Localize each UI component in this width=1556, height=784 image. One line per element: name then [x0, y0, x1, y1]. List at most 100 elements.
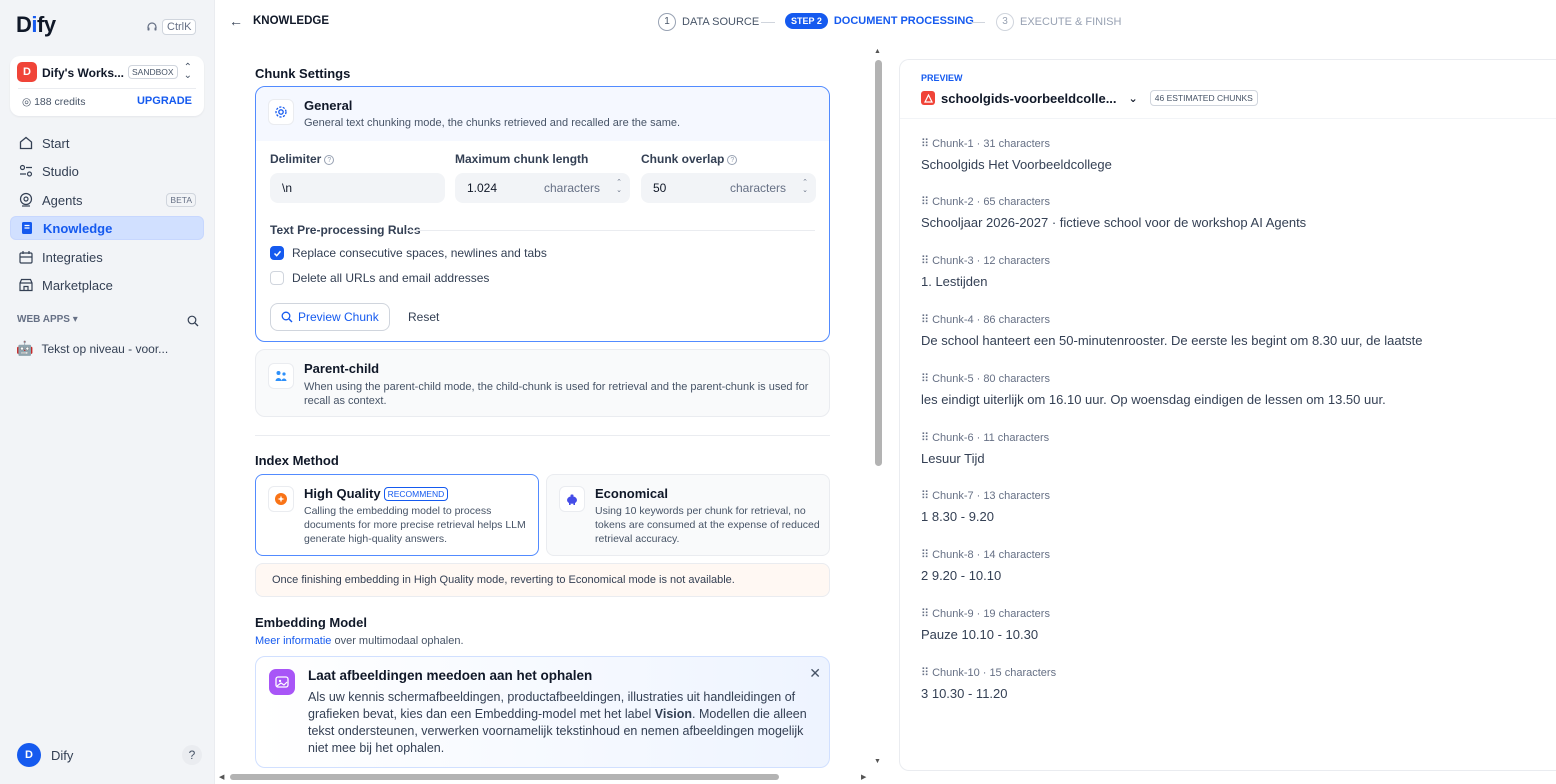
economical-option[interactable]: Economical Using 10 keywords per chunk f… [546, 474, 830, 556]
stepper-icon[interactable]: ⌃ ⌄ [616, 179, 622, 195]
chunk-item: ⠿ Chunk-10 · 15 characters 3 10.30 - 11.2… [921, 666, 1057, 702]
scroll-up-arrow[interactable]: ▲ [874, 48, 881, 55]
upgrade-link[interactable]: UPGRADE [137, 95, 192, 107]
economical-title: Economical [595, 486, 668, 501]
scroll-down-arrow[interactable]: ▼ [874, 758, 881, 765]
high-quality-option[interactable]: High Quality RECOMMEND Calling the embedd… [255, 474, 539, 556]
grid-icon: ⠿ [921, 373, 930, 385]
step-label: DOCUMENT PROCESSING [833, 15, 974, 27]
grid-icon: ⠿ [921, 667, 930, 679]
high-quality-desc: Calling the embedding model to process d… [304, 505, 526, 545]
nav-studio[interactable]: Studio [10, 159, 204, 183]
grid-icon: ⠿ [921, 314, 930, 326]
info-icon[interactable]: ? [324, 155, 335, 165]
marketplace-icon [19, 278, 33, 292]
settings-panel: Chunk Settings General General text chun… [215, 44, 873, 770]
breadcrumb-knowledge[interactable]: KNOWLEDGE [253, 15, 329, 27]
nav-marketplace[interactable]: Marketplace [10, 273, 204, 297]
credits: ◎ 188 credits [22, 96, 86, 108]
web-apps-heading[interactable]: WEB APPS ▾ [17, 314, 78, 325]
nav-agents[interactable]: Agents BETA [10, 188, 204, 212]
file-selector[interactable]: schoolgids-voorbeeldcolle... ⌄ 46 ESTIMA… [921, 90, 1258, 106]
info-icon[interactable]: ? [727, 155, 738, 165]
scroll-left-arrow[interactable]: ◀ [219, 773, 224, 781]
shortcut-key: CtrlK [162, 19, 197, 35]
step-execute-finish: 3 EXECUTE & FINISH [996, 13, 1121, 31]
vision-title: Laat afbeeldingen meedoen aan het ophale… [308, 668, 593, 683]
chunk-id: Chunk-3 [932, 254, 974, 267]
embedding-info: Meer informatie over multimodaal ophalen… [255, 635, 464, 647]
chunk-item: ⠿ Chunk-9 · 19 characters Pauze 10.10 - 1… [921, 607, 1050, 643]
grid-icon: ⠿ [921, 549, 930, 561]
nav-start[interactable]: Start [10, 131, 204, 155]
chunk-chars: 15 characters [989, 666, 1057, 679]
back-arrow-icon[interactable]: ← [229, 13, 243, 29]
workspace-card[interactable]: D Dify's Works... SANDBOX ⌃ ⌄ ◎ 188 credi… [10, 56, 204, 116]
vision-desc: Als uw kennis schermafbeeldingen, produc… [308, 690, 807, 755]
rule-label: Replace consecutive spaces, newlines and… [292, 246, 547, 260]
dify-logo[interactable]: Dify [16, 12, 56, 38]
checkbox-unchecked[interactable] [270, 271, 284, 285]
nav-label: Agents [42, 192, 83, 208]
rule-replace-spaces[interactable]: Replace consecutive spaces, newlines and… [270, 246, 547, 260]
nav-label: Marketplace [42, 277, 113, 293]
grid-icon: ⠿ [921, 138, 930, 150]
nav-knowledge[interactable]: Knowledge [10, 216, 204, 240]
scroll-right-arrow[interactable]: ▶ [861, 773, 866, 781]
nav-integrations[interactable]: Integraties [10, 245, 204, 269]
robot-icon: 🤖 [16, 340, 34, 356]
overlap-value: 50 [653, 181, 667, 195]
scrollbar-thumb[interactable] [875, 60, 882, 466]
scrollbar-thumb[interactable] [230, 774, 779, 780]
web-app-item[interactable]: 🤖 Tekst op niveau - voor... [16, 340, 168, 357]
rule-delete-urls[interactable]: Delete all URLs and email addresses [270, 271, 489, 285]
close-icon[interactable]: ✕ [809, 665, 821, 682]
chunk-chars: 11 characters [983, 431, 1050, 444]
step-label: EXECUTE & FINISH [1020, 16, 1122, 28]
general-mode-card[interactable]: General General text chunking mode, the … [255, 86, 830, 342]
help-icon[interactable]: ? [182, 745, 202, 765]
chunk-id: Chunk-2 [932, 195, 974, 208]
chevron-down-icon[interactable]: ⌄ [1129, 92, 1138, 105]
economical-desc: Using 10 keywords per chunk for retrieva… [595, 505, 820, 545]
grid-icon: ⠿ [921, 490, 930, 502]
delimiter-label: Delimiter? [270, 152, 335, 166]
chunk-id: Chunk-5 [932, 372, 974, 385]
user-menu[interactable]: D Dify [17, 743, 73, 767]
vertical-scrollbar[interactable]: ▲ ▼ [873, 44, 885, 770]
home-icon [19, 136, 33, 150]
rules-divider [406, 230, 815, 231]
knowledge-icon [22, 222, 32, 234]
max-length-input[interactable]: 1.024 characters ⌃ ⌄ [455, 173, 630, 203]
more-info-link[interactable]: Meer informatie [255, 635, 331, 647]
grid-icon: ⠿ [921, 432, 930, 444]
chunk-item: ⠿ Chunk-5 · 80 characters les eindigt uit… [921, 372, 1386, 408]
chunk-chars: 19 characters [983, 607, 1050, 620]
integrations-icon [19, 251, 33, 264]
step-document-processing: STEP 2 DOCUMENT PROCESSING [785, 13, 974, 29]
high-quality-title: High Quality RECOMMEND [304, 486, 449, 501]
delimiter-input[interactable]: \n [270, 173, 445, 203]
search-icon[interactable] [187, 315, 199, 327]
parent-child-icon [268, 363, 294, 389]
search-shortcut[interactable]: CtrlK [146, 19, 197, 35]
chevron-up-down-icon[interactable]: ⌃ ⌄ [184, 63, 192, 81]
rule-label: Delete all URLs and email addresses [292, 271, 490, 285]
checkbox-checked[interactable] [270, 246, 284, 260]
preview-chunk-button[interactable]: Preview Chunk [270, 303, 390, 331]
user-name: Dify [51, 747, 74, 763]
chunk-chars: 80 characters [983, 372, 1050, 385]
horizontal-scrollbar[interactable]: ◀ ▶ [215, 770, 871, 784]
stepper-icon[interactable]: ⌃ ⌄ [802, 179, 808, 195]
star-icon [268, 486, 294, 512]
step-data-source[interactable]: 1 DATA SOURCE [658, 13, 759, 31]
chunk-chars: 12 characters [983, 254, 1050, 267]
section-divider [255, 435, 830, 436]
nav-label: Studio [42, 163, 79, 179]
chunk-settings-title: Chunk Settings [255, 66, 351, 81]
overlap-input[interactable]: 50 characters ⌃ ⌄ [641, 173, 816, 203]
chunk-text: 3 10.30 - 11.20 [921, 686, 1008, 701]
reset-button[interactable]: Reset [408, 310, 439, 324]
parent-child-card[interactable]: Parent-child When using the parent-child… [255, 349, 830, 417]
agents-icon [19, 192, 33, 207]
